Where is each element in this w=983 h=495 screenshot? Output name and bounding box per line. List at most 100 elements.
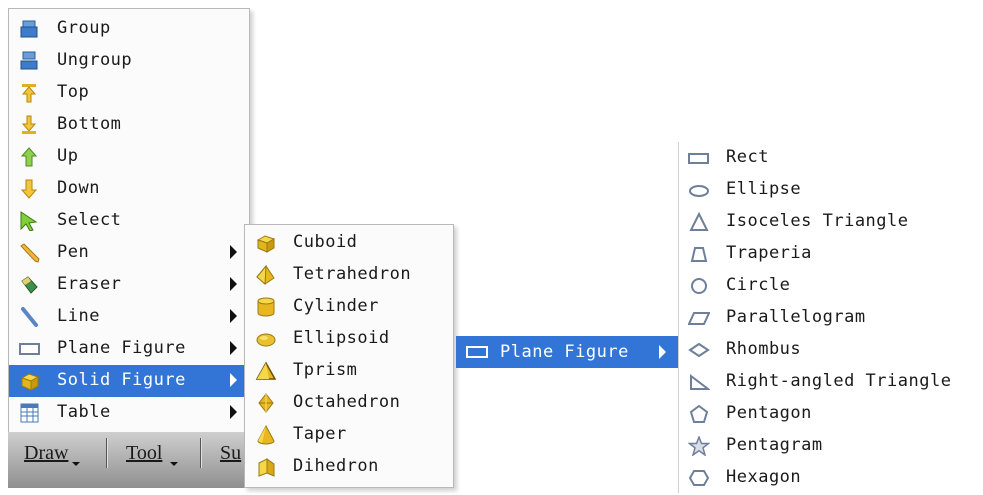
top-icon [19,83,41,103]
menu-item-line[interactable]: Line [9,301,249,333]
menu-item-label: Tprism [293,360,358,380]
menu-item-label: Parallelogram [726,307,866,327]
solid-figure-submenu: Cuboid Tetrahedron Cylinder Ellipsoid Tp… [244,224,454,488]
menu-item-table[interactable]: Table [9,397,249,429]
trapezoid-icon [688,244,710,264]
menu-item-label: Up [57,146,79,166]
menu-item-label: Right-angled Triangle [726,371,952,391]
menu-item-tprism[interactable]: Tprism [245,355,453,387]
submenu-arrow-icon [230,373,237,387]
menu-item-circle[interactable]: Circle [678,270,968,302]
chevron-down-icon [170,462,178,466]
menu-item-dihedron[interactable]: Dihedron [245,451,453,483]
menu-item-parallelogram[interactable]: Parallelogram [678,302,968,334]
menu-item-right-angled-triangle[interactable]: Right-angled Triangle [678,366,968,398]
menu-item-hexagon[interactable]: Hexagon [678,462,968,494]
octahedron-icon [255,393,277,413]
pentagram-icon [687,434,711,457]
toolbar-divider [200,438,202,468]
hexagon-icon [688,468,710,488]
menu-item-label: Tetrahedron [293,264,412,284]
pen-icon [19,243,41,263]
menu-item-ungroup[interactable]: Ungroup [9,45,249,77]
pentagon-icon [688,404,710,424]
menu-item-isoceles-triangle[interactable]: Isoceles Triangle [678,206,968,238]
menu-item-label: Cuboid [293,232,358,252]
menu-item-label: Ellipse [726,179,802,199]
menu-item-label: Plane Figure [57,338,186,358]
submenu-arrow-icon [230,309,237,323]
menu-item-label: Top [57,82,90,102]
menu-item-group[interactable]: Group [9,13,249,45]
menu-item-cylinder[interactable]: Cylinder [245,291,453,323]
menu-item-traperia[interactable]: Traperia [678,238,968,270]
up-arrow-icon [19,147,41,167]
menu-item-label: Table [57,402,111,422]
menu-item-label: Circle [726,275,791,295]
plane-figure-icon [19,339,41,359]
menu-item-rect[interactable]: Rect [678,142,968,174]
menu-item-label: Bottom [57,114,122,134]
menu-item-taper[interactable]: Taper [245,419,453,451]
menu-item-label: Dihedron [293,456,379,476]
menu-item-label: Solid Figure [57,370,186,390]
menu-item-label: Eraser [57,274,122,294]
menu-item-pen[interactable]: Pen [9,237,249,269]
cylinder-icon [255,297,277,317]
menu-item-label: Cylinder [293,296,379,316]
menu-item-rhombus[interactable]: Rhombus [678,334,968,366]
submenu-arrow-icon [230,405,237,419]
ungroup-icon [19,51,41,71]
menu-item-pentagram[interactable]: Pentagram [678,430,968,462]
menu-item-label: Line [57,306,100,326]
menu-item-label: Octahedron [293,392,401,412]
menu-item-eraser[interactable]: Eraser [9,269,249,301]
cuboid-icon [255,233,277,253]
submenu-arrow-icon [230,245,237,259]
bottom-icon [19,115,41,135]
group-icon [19,19,41,39]
tetrahedron-icon [255,264,277,286]
menu-item-ellipsoid[interactable]: Ellipsoid [245,323,453,355]
menu-item-label: Pentagon [726,403,812,423]
menu-item-label: Rect [726,147,769,167]
parallelogram-icon [687,308,711,328]
menu-item-label: Pen [57,242,90,262]
menu-tool[interactable]: Tool [126,442,162,465]
menu-item-solid-figure[interactable]: Solid Figure [9,365,249,397]
rhombus-icon [688,340,710,360]
menu-item-tetrahedron[interactable]: Tetrahedron [245,259,453,291]
dihedron-icon [255,457,277,477]
submenu-arrow-icon [230,277,237,291]
menu-item-cuboid[interactable]: Cuboid [245,227,453,259]
menu-item-select[interactable]: Select [9,205,249,237]
menu-item-label: Traperia [726,243,812,263]
submenu-arrow-icon [230,341,237,355]
menu-item-octahedron[interactable]: Octahedron [245,387,453,419]
down-arrow-icon [19,179,41,199]
ellipsoid-icon [255,329,277,349]
menu-item-up[interactable]: Up [9,141,249,173]
menu-item-label: Isoceles Triangle [726,211,909,231]
menu-item-pentagon[interactable]: Pentagon [678,398,968,430]
isoceles-triangle-icon [688,211,710,232]
tprism-icon [255,361,277,381]
menu-partial[interactable]: Su [220,442,241,465]
submenu-arrow-icon [659,345,666,359]
line-icon [19,307,41,327]
menu-item-label: Hexagon [726,467,802,487]
menu-item-label: Group [57,18,111,38]
menu-item-ellipse[interactable]: Ellipse [678,174,968,206]
rect-icon [688,148,710,168]
menu-item-bottom[interactable]: Bottom [9,109,249,141]
plane-figure-strip[interactable]: Plane Figure [456,336,678,368]
menu-item-top[interactable]: Top [9,77,249,109]
table-icon [19,403,41,423]
menu-item-label: Pentagram [726,435,823,455]
menu-draw[interactable]: Draw [24,442,68,465]
plane-figure-strip-label: Plane Figure [500,342,629,362]
menu-item-plane-figure[interactable]: Plane Figure [9,333,249,365]
menu-item-label: Select [57,210,122,230]
menu-item-down[interactable]: Down [9,173,249,205]
menu-item-label: Ellipsoid [293,328,390,348]
